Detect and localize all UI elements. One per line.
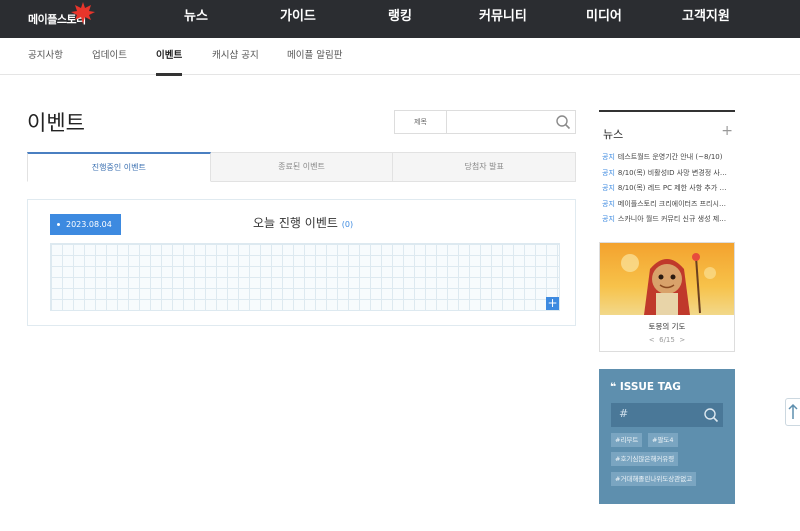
news-text: 메이플스토리 크리에이터즈 프리시… — [617, 199, 726, 208]
news-text: 테스트월드 운영기간 안내 (~8/10) — [617, 153, 723, 161]
issue-tag-title: ❝ ISSUE TAG — [610, 381, 681, 393]
sub-navigation: 공지사항 업데이트 이벤트 캐시샵 공지 메이플 알림판 — [0, 38, 800, 76]
search-icon[interactable] — [703, 407, 719, 423]
issue-tag[interactable]: #호기심많은해커유령 — [611, 452, 679, 466]
today-event-label: 오늘 진행 이벤트 — [253, 216, 338, 230]
character-illustration — [621, 253, 716, 315]
news-item[interactable]: 공지 8/10(목) 비활성ID 사망 변경정 사… — [602, 166, 735, 182]
news-tag: 공지 — [602, 168, 615, 177]
tab-ended-events[interactable]: 종료된 이벤트 — [210, 152, 394, 182]
maple-leaf-icon — [71, 2, 95, 24]
nav-news[interactable]: 뉴스 — [184, 0, 208, 38]
news-tag: 공지 — [602, 153, 615, 161]
search-icon[interactable] — [555, 114, 571, 130]
event-banner[interactable]: 토몽의 기도 < 6/15 > — [599, 242, 735, 352]
tab-winners[interactable]: 당첨자 발표 — [393, 152, 577, 182]
subnav-update[interactable]: 업데이트 — [92, 38, 127, 75]
news-tag: 공지 — [602, 184, 615, 192]
today-event-title: 오늘 진행 이벤트 (0) — [253, 214, 353, 231]
scroll-top-button[interactable] — [785, 398, 800, 426]
nav-support[interactable]: 고객지원 — [682, 0, 730, 38]
news-item[interactable]: 공지 스카니아 월드 커뮤티 신규 생성 제… — [602, 212, 735, 228]
news-text: 8/10(목) 비활성ID 사망 변경정 사… — [617, 168, 727, 177]
today-event-box: 2023.08.04 오늘 진행 이벤트 (0) + — [27, 199, 576, 326]
search-input[interactable] — [448, 112, 548, 132]
news-item[interactable]: 공지 8/10(목) 레드 PC 제한 사항 추가 … — [602, 181, 735, 197]
search-category-select[interactable]: 제목 — [395, 111, 447, 133]
date-badge: 2023.08.04 — [50, 214, 121, 235]
news-list: 공지 테스트월드 운영기간 안내 (~8/10) 공지 8/10(목) 비활성ID … — [602, 150, 735, 228]
subnav-maple-board[interactable]: 메이플 알림판 — [287, 38, 342, 75]
issue-tag[interactable]: #팔도4 — [648, 433, 678, 447]
news-more-button[interactable]: + — [721, 123, 733, 139]
banner-image[interactable] — [600, 243, 734, 315]
subnav-event[interactable]: 이벤트 — [156, 38, 183, 76]
nav-media[interactable]: 미디어 — [586, 0, 622, 38]
news-tag: 공지 — [602, 215, 615, 223]
news-header: 뉴스 + — [599, 110, 735, 141]
event-calendar-grid — [50, 243, 560, 311]
maplestory-logo[interactable]: 메이플스토리 — [28, 2, 95, 33]
banner-prev-button[interactable]: < — [649, 336, 655, 344]
issue-tag[interactable]: #리부트 — [611, 433, 643, 447]
search-box: 제목 — [394, 110, 576, 134]
news-title: 뉴스 — [603, 128, 624, 141]
news-item[interactable]: 공지 테스트월드 운영기간 안내 (~8/10) — [602, 150, 735, 166]
banner-page-indicator: 6/15 — [659, 336, 675, 344]
today-event-count: (0) — [341, 220, 354, 229]
page-title: 이벤트 — [27, 111, 85, 135]
quote-icon: ❝ — [610, 381, 617, 393]
banner-caption: 토몽의 기도 — [648, 322, 686, 331]
top-navigation: 메이플스토리 뉴스 가이드 랭킹 커뮤니티 미디어 고객지원 — [0, 0, 800, 38]
news-text: 8/10(목) 레드 PC 제한 사항 추가 … — [617, 184, 727, 192]
event-tabs: 진행중인 이벤트 종료된 이벤트 당첨자 발표 — [27, 152, 577, 182]
expand-button[interactable]: + — [546, 297, 559, 310]
arrow-up-icon — [788, 403, 798, 419]
tab-ongoing-events[interactable]: 진행중인 이벤트 — [27, 152, 211, 182]
hash-placeholder: # — [619, 407, 629, 420]
subnav-cashshop-notice[interactable]: 캐시샵 공지 — [212, 38, 259, 75]
subnav-notice[interactable]: 공지사항 — [28, 38, 63, 75]
nav-ranking[interactable]: 랭킹 — [388, 0, 412, 38]
banner-next-button[interactable]: > — [679, 336, 685, 344]
banner-pager: < 6/15 > — [600, 336, 734, 344]
news-text: 스카니아 월드 커뮤티 신규 생성 제… — [617, 215, 727, 223]
nav-guide[interactable]: 가이드 — [280, 0, 316, 38]
issue-tag[interactable]: #거대해졸린나위도상관없고 — [611, 472, 697, 486]
news-item[interactable]: 공지 메이플스토리 크리에이터즈 프리시… — [602, 197, 735, 213]
nav-community[interactable]: 커뮤니티 — [479, 0, 527, 38]
news-tag: 공지 — [602, 199, 615, 208]
issue-tag-panel: ❝ ISSUE TAG # #리부트 #팔도4 #호기심많은해커유령 #거대해졸… — [599, 369, 735, 504]
issue-tag-search[interactable]: # — [611, 403, 723, 427]
